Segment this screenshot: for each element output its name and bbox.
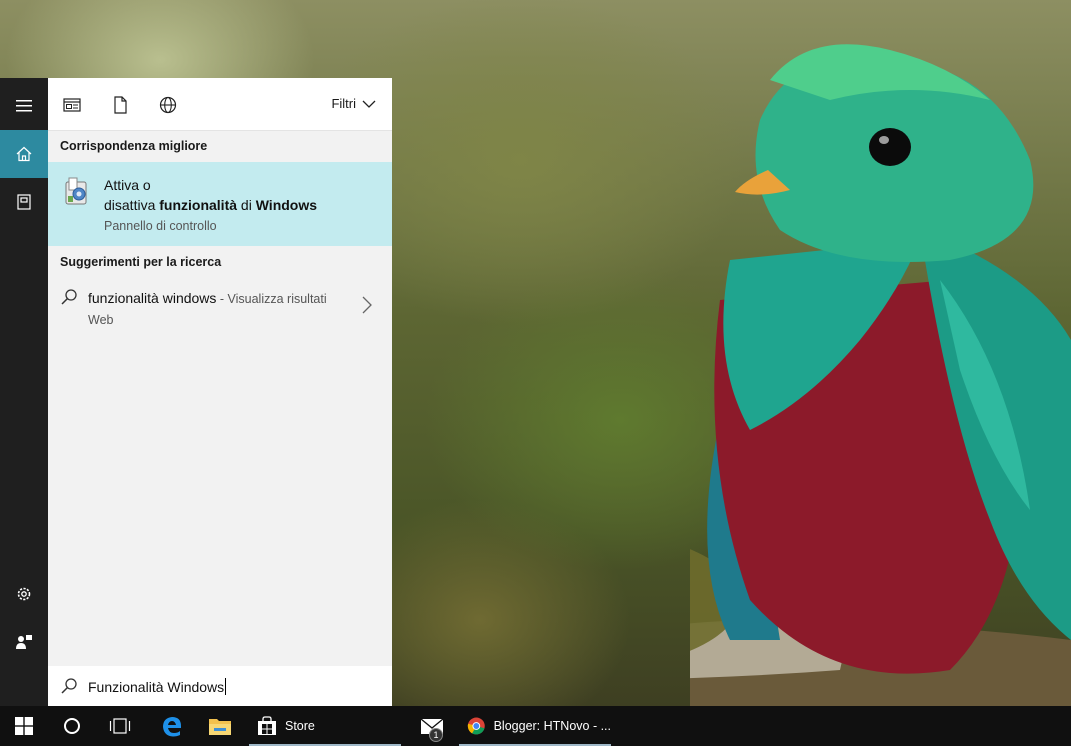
text-caret [225, 678, 227, 695]
search-input-value: Funzionalità Windows [88, 679, 225, 695]
edge-browser-icon [163, 717, 181, 737]
best-match-title-highlight: Windows [255, 197, 318, 213]
cortana-button[interactable] [48, 706, 96, 746]
mail-taskbar-button[interactable]: 1 [409, 706, 457, 746]
feedback-button[interactable] [0, 618, 48, 666]
hamburger-icon [16, 100, 32, 112]
left-rail [0, 78, 48, 706]
gear-icon [17, 587, 31, 601]
cortana-circle-icon [64, 718, 80, 734]
windows-logo-icon [15, 717, 33, 735]
home-icon [16, 146, 32, 162]
edge-taskbar-button[interactable] [148, 706, 196, 746]
best-match-result[interactable]: Attiva o disattiva funzionalità di Windo… [48, 162, 392, 246]
store-taskbar-button[interactable]: Store [249, 706, 401, 746]
best-match-subtitle: Pannello di controllo [104, 219, 217, 233]
suggestion-query: funzionalità windows [88, 290, 217, 306]
file-explorer-button[interactable] [196, 706, 244, 746]
best-match-title-line2: disattiva funzionalità di Windows [104, 197, 317, 213]
apps-filter-icon[interactable] [63, 96, 81, 114]
search-results-pane: Filtri Corrispondenza migliore Attiva o … [48, 78, 392, 706]
documents-filter-icon[interactable] [111, 96, 129, 114]
mail-count-badge: 1 [429, 728, 443, 742]
search-icon [61, 678, 77, 694]
notebook-button[interactable] [0, 178, 48, 226]
quetzal-bird-image [690, 44, 1071, 706]
chevron-right-icon[interactable] [362, 296, 372, 314]
taskbar: Store 1 Blogger: HTNovo - ... [0, 706, 1071, 746]
best-match-title-line1: Attiva o [104, 177, 151, 193]
filters-label: Filtri [331, 96, 356, 111]
control-panel-programs-icon [65, 177, 87, 205]
search-input[interactable]: Funzionalità Windows [88, 678, 227, 695]
best-match-title-part: di [237, 197, 256, 213]
store-bag-icon [258, 716, 276, 735]
hamburger-menu-button[interactable] [0, 82, 48, 130]
notebook-icon [17, 194, 31, 210]
filters-dropdown[interactable]: Filtri [331, 96, 376, 111]
best-match-title-part: disattiva [104, 197, 160, 213]
search-box[interactable]: Funzionalità Windows [48, 666, 392, 706]
best-match-heading: Corrispondenza migliore [60, 139, 208, 153]
best-match-title-highlight: funzionalità [159, 197, 238, 213]
web-suggestion-item[interactable]: funzionalità windows - Visualizza risult… [48, 276, 392, 332]
search-panel: Filtri Corrispondenza migliore Attiva o … [0, 78, 392, 706]
chrome-taskbar-button[interactable]: Blogger: HTNovo - ... [459, 706, 611, 746]
search-icon [61, 289, 77, 305]
chrome-browser-icon [467, 717, 485, 735]
start-button[interactable] [0, 706, 48, 746]
folder-icon [209, 719, 231, 735]
home-button[interactable] [0, 130, 48, 178]
suggestions-heading: Suggerimenti per la ricerca [60, 255, 222, 269]
settings-button[interactable] [0, 570, 48, 618]
feedback-person-icon [16, 635, 32, 649]
task-view-button[interactable] [96, 706, 144, 746]
store-label: Store [285, 719, 315, 733]
task-view-icon [109, 718, 131, 734]
results-filter-bar: Filtri [48, 78, 392, 131]
chevron-down-icon [362, 100, 376, 108]
web-globe-icon[interactable] [159, 96, 177, 114]
suggestion-text: funzionalità windows - Visualizza risult… [88, 288, 348, 330]
chrome-window-title: Blogger: HTNovo - ... [493, 719, 611, 733]
